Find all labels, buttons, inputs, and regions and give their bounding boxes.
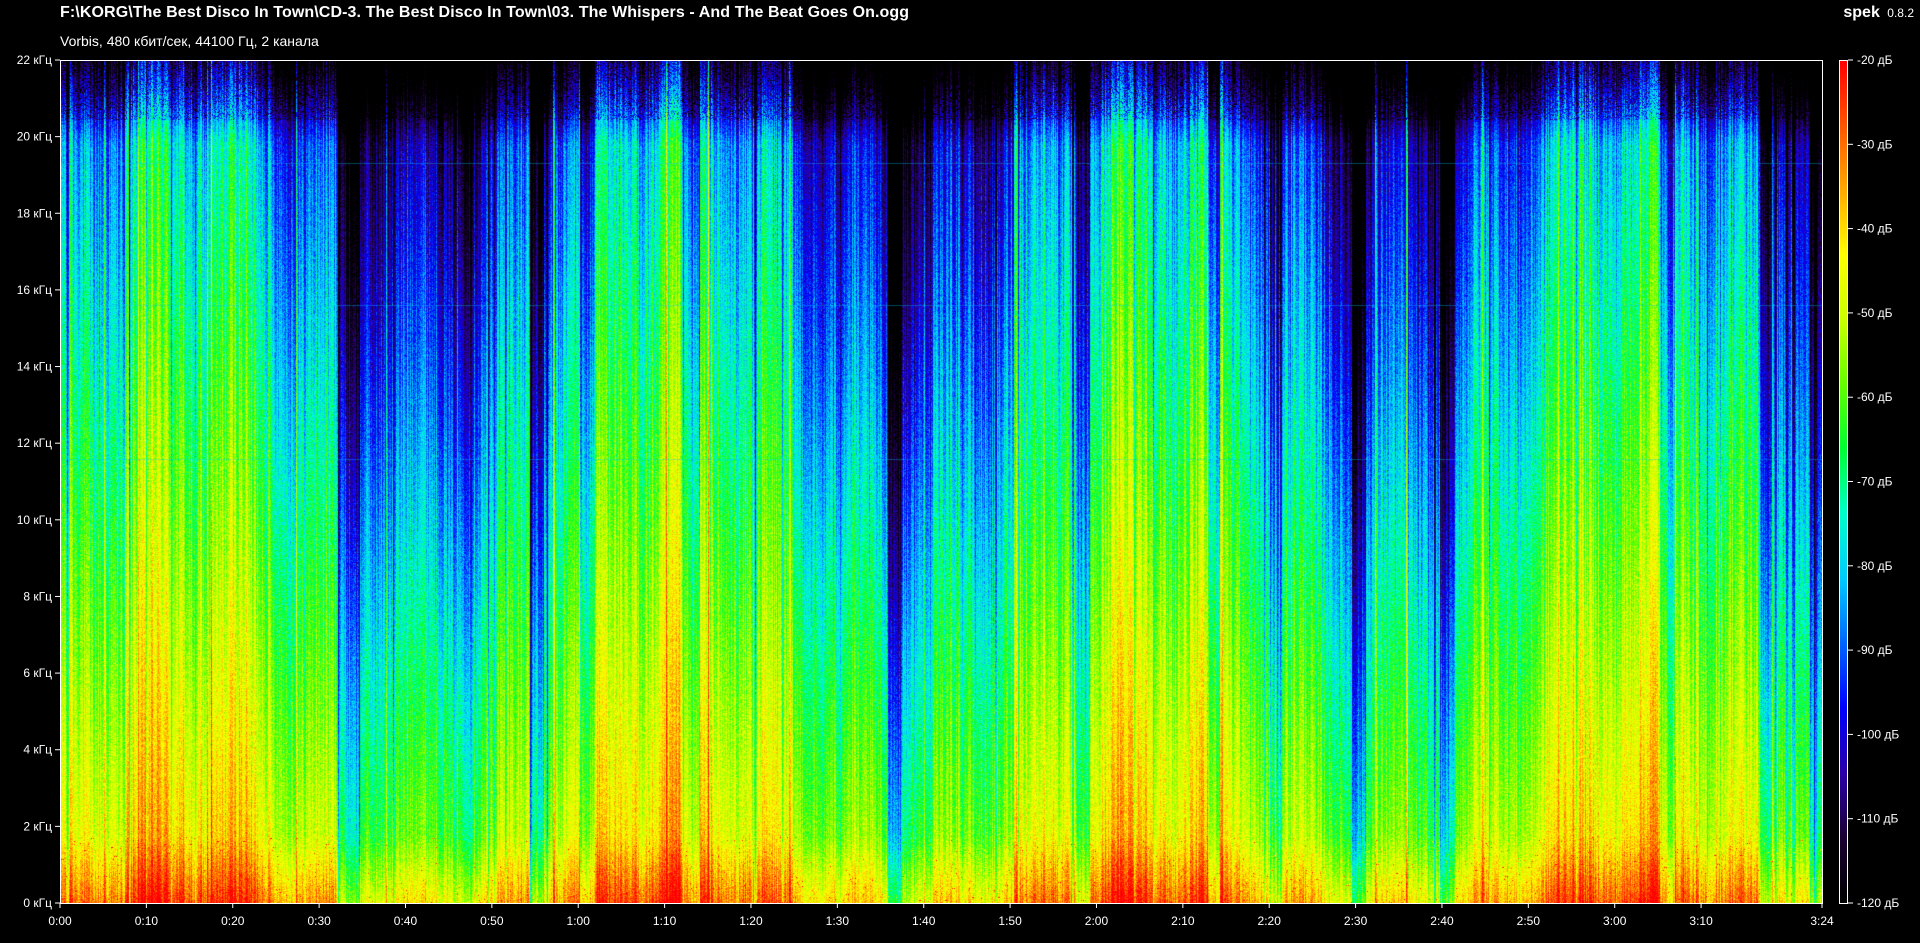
spectrogram-plot	[60, 60, 1822, 903]
db-tick-label: -100 дБ	[1857, 727, 1899, 741]
time-tick-label: 1:20	[739, 914, 763, 928]
level-axis: -20 дБ -30 дБ -40 дБ -50 дБ -60 дБ -70 дБ -80 …	[1848, 53, 1899, 910]
freq-tick-label: 16 кГц	[17, 283, 52, 297]
db-tick-label: -110 дБ	[1857, 812, 1898, 826]
time-tick-label: 1:00	[567, 914, 591, 928]
time-tick-label: 3:00	[1603, 914, 1627, 928]
freq-tick-label: 0 кГц	[23, 896, 52, 910]
db-tick-label: -120 дБ	[1857, 896, 1899, 910]
freq-tick-label: 6 кГц	[23, 666, 52, 680]
freq-tick-label: 20 кГц	[17, 130, 52, 144]
freq-tick-label: 14 кГц	[17, 360, 52, 374]
time-tick-label: 1:10	[653, 914, 677, 928]
time-tick-label: 2:10	[1171, 914, 1195, 928]
audio-info-subtitle: Vorbis, 480 кбит/сек, 44100 Гц, 2 канала	[60, 33, 319, 49]
freq-tick-label: 4 кГц	[23, 743, 52, 757]
app-name: spek	[1843, 4, 1880, 21]
time-tick-label: 0:30	[307, 914, 331, 928]
time-tick-label: 1:50	[998, 914, 1022, 928]
file-path-title: F:\KORG\The Best Disco In Town\CD-3. The…	[60, 4, 910, 21]
time-tick-label: 0:50	[480, 914, 504, 928]
app-version: 0.8.2	[1887, 6, 1914, 20]
freq-tick-label: 18 кГц	[17, 206, 52, 220]
db-colorbar	[1840, 60, 1847, 903]
spek-window: F:\KORG\The Best Disco In Town\CD-3. The…	[0, 0, 1920, 943]
db-tick-label: -70 дБ	[1857, 475, 1893, 489]
time-tick-label: 2:50	[1517, 914, 1541, 928]
db-tick-label: -40 дБ	[1857, 222, 1893, 236]
time-tick-label: 0:00	[48, 914, 72, 928]
freq-tick-label: 12 кГц	[17, 436, 52, 450]
db-tick-label: -20 дБ	[1857, 53, 1893, 67]
freq-tick-label: 8 кГц	[23, 589, 52, 603]
db-tick-label: -60 дБ	[1857, 390, 1893, 404]
time-tick-label: 2:30	[1344, 914, 1368, 928]
db-tick-label: -90 дБ	[1857, 643, 1893, 657]
freq-tick-label: 2 кГц	[23, 819, 52, 833]
time-tick-label: 3:24	[1810, 914, 1834, 928]
freq-tick-label: 22 кГц	[17, 53, 52, 67]
db-tick-label: -50 дБ	[1857, 306, 1893, 320]
time-tick-label: 2:00	[1085, 914, 1109, 928]
time-tick-label: 0:20	[221, 914, 245, 928]
time-tick-label: 1:40	[912, 914, 936, 928]
time-tick-label: 3:10	[1689, 914, 1713, 928]
time-tick-label: 2:40	[1430, 914, 1454, 928]
time-tick-label: 0:40	[394, 914, 418, 928]
time-tick-label: 1:30	[826, 914, 850, 928]
time-tick-label: 0:10	[135, 914, 159, 928]
time-tick-label: 2:20	[1258, 914, 1282, 928]
freq-tick-label: 10 кГц	[17, 513, 52, 527]
app-brand: spek 0.8.2	[1843, 4, 1914, 22]
db-tick-label: -80 дБ	[1857, 559, 1893, 573]
db-tick-label: -30 дБ	[1857, 137, 1893, 151]
time-axis: 0:00 0:10 0:20 0:30 0:40 0:50 1:00 1:10 1:20 1:30…	[48, 903, 1834, 928]
frequency-axis: 0 кГц 2 кГц 4 кГц 6 кГц 8 кГц 10 кГц 12 кГц 14 …	[17, 53, 60, 910]
